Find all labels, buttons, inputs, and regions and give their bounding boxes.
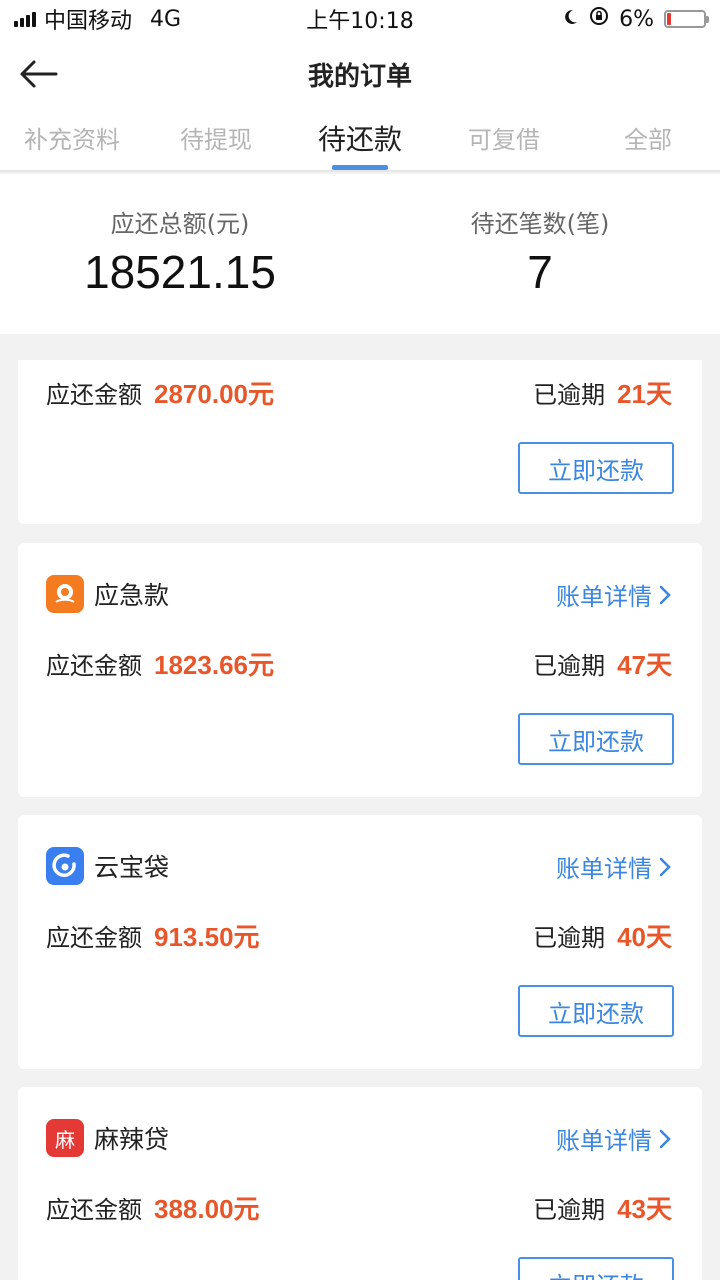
overdue-days: 21天 — [617, 379, 672, 409]
overdue-label: 已逾期 — [533, 1196, 606, 1224]
total-due-label: 应还总额(元) — [110, 210, 250, 238]
battery-icon — [664, 10, 709, 28]
repayment-summary: 应还总额(元) 18521.15 待还笔数(笔) 7 — [0, 174, 720, 334]
chevron-right-icon — [659, 1129, 671, 1148]
pending-count-label: 待还笔数(笔) — [470, 210, 610, 238]
tab-all[interactable]: 全部 — [576, 108, 720, 170]
amount-value: 2870.00元 — [154, 379, 274, 409]
order-card: 应还金额 2870.00元 已逾期 21天 立即还款 — [18, 360, 702, 524]
amount-label: 应还金额 — [46, 381, 142, 409]
signal-icon — [14, 11, 36, 27]
nav-bar: 我的订单 — [0, 38, 720, 108]
overdue-label: 已逾期 — [533, 652, 606, 680]
bill-detail-link[interactable]: 账单详情 — [556, 849, 672, 884]
amount-value: 388.00元 — [154, 1194, 260, 1224]
moon-icon — [561, 7, 579, 32]
order-card: 麻 麻辣贷 账单详情 应还金额 388.00元 已逾期 43天 立即还款 — [18, 1087, 702, 1280]
chevron-right-icon — [659, 585, 671, 604]
bill-detail-link[interactable]: 账单详情 — [556, 577, 672, 612]
rotation-lock-icon — [589, 6, 609, 32]
repay-now-button[interactable]: 立即还款 — [518, 713, 674, 765]
tab-pending-repay[interactable]: 待还款 — [288, 108, 432, 170]
repay-now-button[interactable]: 立即还款 — [518, 985, 674, 1037]
battery-percent: 6% — [619, 6, 654, 32]
tab-reborrow[interactable]: 可复借 — [432, 108, 576, 170]
clock: 上午10:18 — [306, 9, 414, 34]
app-name: 云宝袋 — [94, 853, 170, 882]
tab-supplement-info[interactable]: 补充资料 — [0, 108, 144, 170]
total-due-value: 18521.15 — [84, 246, 276, 298]
app-name: 应急款 — [94, 581, 170, 610]
order-card: 云宝袋 账单详情 应还金额 913.50元 已逾期 40天 立即还款 — [18, 815, 702, 1069]
tab-indicator — [332, 165, 388, 170]
app-name: 麻辣贷 — [94, 1125, 170, 1154]
amount-label: 应还金额 — [46, 1196, 142, 1224]
chevron-right-icon — [659, 857, 671, 876]
carrier: 中国移动 — [44, 9, 133, 34]
overdue-days: 40天 — [617, 922, 672, 952]
malaidai-icon: 麻 — [46, 1119, 84, 1157]
tab-pending-withdraw[interactable]: 待提现 — [144, 108, 288, 170]
overdue-label: 已逾期 — [533, 924, 606, 952]
page-title: 我的订单 — [307, 62, 412, 92]
amount-label: 应还金额 — [46, 924, 142, 952]
bill-detail-link[interactable]: 账单详情 — [556, 1121, 672, 1156]
network-type: 4G — [150, 6, 182, 32]
overdue-days: 43天 — [617, 1194, 672, 1224]
pending-count-value: 7 — [527, 246, 553, 298]
repay-now-button[interactable]: 立即还款 — [518, 1257, 674, 1280]
emergency-loan-icon — [46, 575, 84, 613]
repay-now-button[interactable]: 立即还款 — [518, 442, 674, 494]
amount-value: 1823.66元 — [154, 650, 274, 680]
amount-label: 应还金额 — [46, 652, 142, 680]
amount-value: 913.50元 — [154, 922, 260, 952]
status-bar: 中国移动 4G 上午10:18 6% — [0, 0, 720, 38]
order-card: 应急款 账单详情 应还金额 1823.66元 已逾期 47天 立即还款 — [18, 543, 702, 797]
yunbaodai-icon — [46, 847, 84, 885]
overdue-days: 47天 — [617, 650, 672, 680]
overdue-label: 已逾期 — [533, 381, 606, 409]
tab-bar: 补充资料 待提现 待还款 可复借 全部 — [0, 108, 720, 172]
